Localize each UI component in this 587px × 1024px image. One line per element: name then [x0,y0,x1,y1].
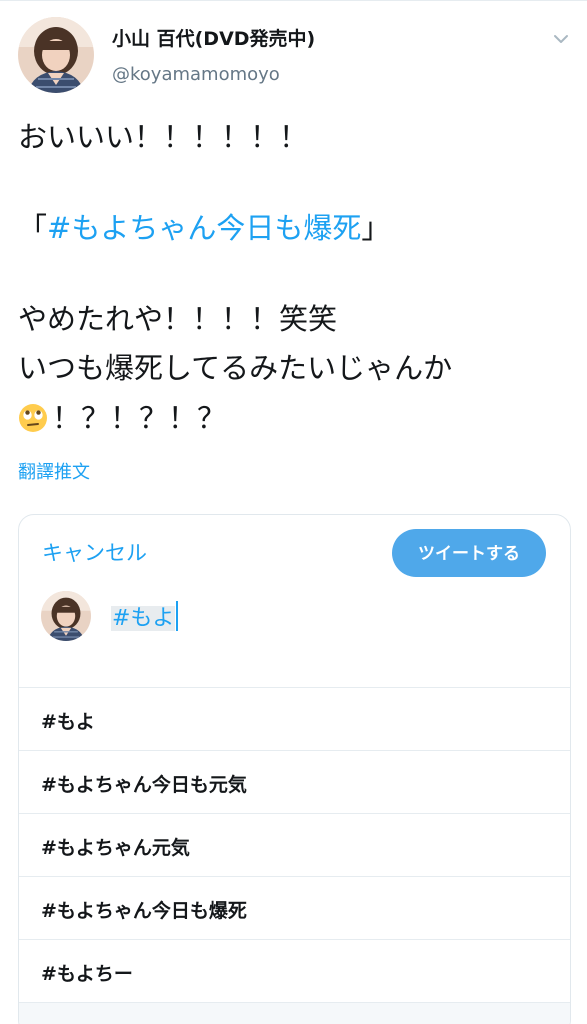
bracket-open: 「 [18,211,48,245]
tweet-text-line-5: ！？！？！？ [18,399,226,437]
chevron-down-icon[interactable] [550,28,572,50]
hashtag-link[interactable]: #もよちゃん今日も爆死 [47,211,361,245]
reply-composer: キャンセル ツイートする #もよ #もよ #もよちゃん今日も元気 #もよちゃん元… [18,514,571,1024]
translate-tweet-link[interactable]: 翻譯推文 [18,458,90,484]
author-handle[interactable]: @koyamamomoyo [112,64,280,85]
composer-bottom-bar [19,1002,570,1024]
face-with-rolling-eyes-emoji [18,403,48,433]
composer-avatar [41,591,91,641]
tweet-button[interactable]: ツイートする [392,529,546,577]
hashtag-suggestion[interactable]: #もよ [19,687,570,750]
tweet-text-line-3: やめたれや！！！！笑笑 [18,302,338,336]
tweet-text-line-5-text: ！？！？！？ [52,401,227,435]
hashtag-suggestion[interactable]: #もよちゃん元気 [19,813,570,876]
tweet-text-line-1: おいいい！！！！！！ [18,120,309,154]
hashtag-suggestion-label: #もよちゃん今日も元気 [41,774,247,796]
hashtag-suggestion-list: #もよ #もよちゃん今日も元気 #もよちゃん元気 #もよちゃん今日も爆死 #もよ… [19,687,570,1024]
cancel-button[interactable]: キャンセル [42,537,147,567]
hashtag-suggestion[interactable]: #もよちー [19,939,570,1002]
reply-input-value: #もよ [111,606,176,631]
text-caret [176,601,179,631]
top-divider [0,0,587,1]
hashtag-suggestion[interactable]: #もよちゃん今日も爆死 [19,876,570,939]
author-display-name[interactable]: 小山 百代(DVD発売中) [112,24,315,51]
hashtag-suggestion-label: #もよちー [41,963,133,985]
author-avatar[interactable] [18,17,94,93]
hashtag-suggestion-label: #もよちゃん今日も爆死 [41,900,247,922]
hashtag-suggestion[interactable]: #もよちゃん今日も元気 [19,750,570,813]
hashtag-suggestion-label: #もよ [41,711,95,733]
tweet-text-line-4: いつも爆死してるみたいじゃんか [18,351,453,385]
tweet-detail-page: 小山 百代(DVD発売中) @koyamamomoyo おいいい！！！！！！ 「… [0,0,587,1024]
hashtag-suggestion-label: #もよちゃん元気 [41,837,190,859]
bracket-close: 」 [361,211,391,245]
reply-text-input[interactable]: #もよ [111,601,179,633]
tweet-text-line-2: 「#もよちゃん今日も爆死」 [18,209,390,247]
